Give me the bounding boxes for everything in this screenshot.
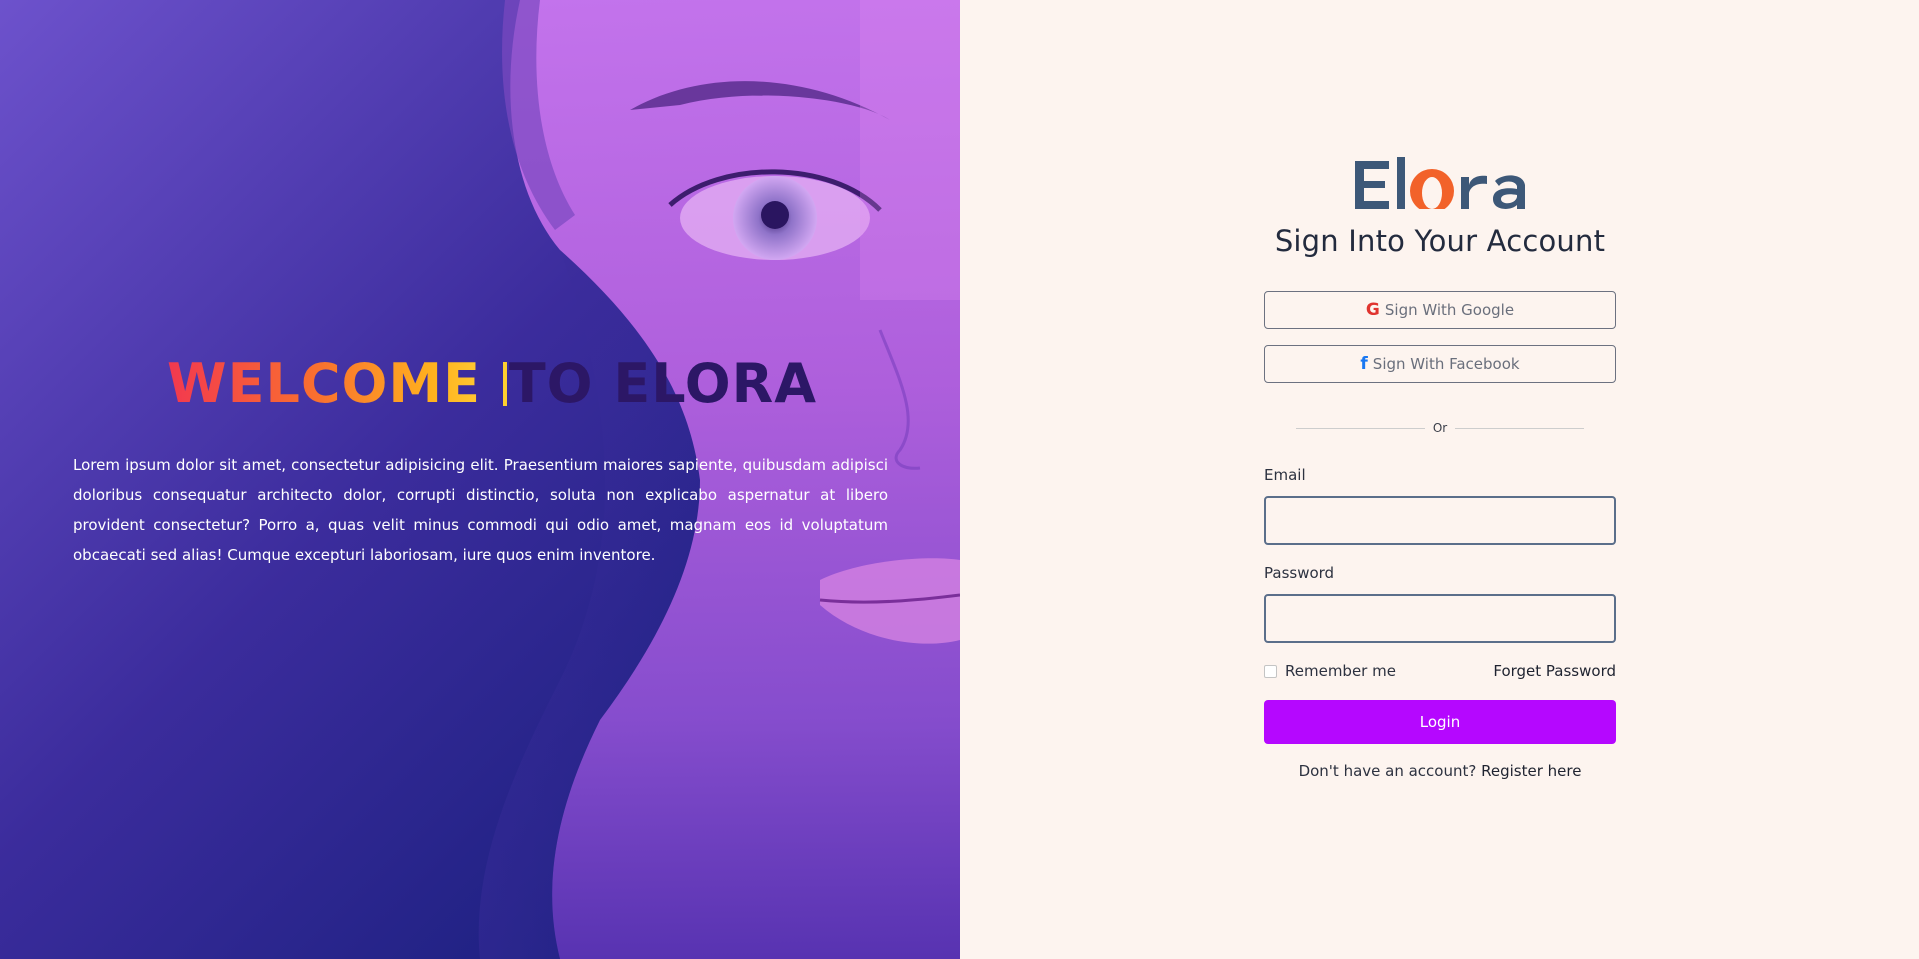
register-prompt: Don't have an account? Register here bbox=[1264, 762, 1616, 780]
form-title: Sign Into Your Account bbox=[1274, 224, 1606, 258]
remember-me-toggle[interactable]: Remember me bbox=[1264, 662, 1396, 680]
email-label: Email bbox=[1264, 466, 1306, 484]
hero-description: Lorem ipsum dolor sit amet, consectetur … bbox=[73, 456, 888, 564]
divider-line-left bbox=[1296, 427, 1425, 429]
google-button-label: Sign With Google bbox=[1384, 301, 1515, 319]
divider-text: Or bbox=[1432, 421, 1448, 435]
password-label: Password bbox=[1264, 564, 1335, 582]
hero-title-dark-text: O ELORA bbox=[546, 352, 818, 415]
password-field[interactable] bbox=[1264, 594, 1616, 643]
remember-me-checkbox[interactable] bbox=[1264, 664, 1277, 678]
sign-with-google-button[interactable]: G Sign With Google bbox=[1264, 291, 1616, 329]
facebook-button-label: Sign With Facebook bbox=[1372, 355, 1520, 373]
login-button[interactable]: Login bbox=[1264, 700, 1616, 744]
hero-section: WELCOME TO ELORA Lorem ipsum dolor sit a… bbox=[0, 0, 960, 959]
hero-title: WELCOME TO ELORA bbox=[167, 352, 817, 416]
facebook-icon: f bbox=[1360, 353, 1368, 374]
register-link[interactable]: Register here bbox=[1481, 762, 1581, 780]
login-page: WELCOME TO ELORA Lorem ipsum dolor sit a… bbox=[0, 0, 1919, 959]
register-prompt-text: Don't have an account? bbox=[1298, 762, 1482, 780]
hero-title-highlight-letter: T bbox=[508, 352, 547, 415]
divider-line-right bbox=[1455, 427, 1585, 429]
login-panel bbox=[960, 0, 1919, 959]
email-field[interactable] bbox=[1264, 496, 1616, 545]
hero-title-gradient-text: WELCOME bbox=[167, 352, 501, 415]
remember-me-label: Remember me bbox=[1285, 662, 1396, 680]
elora-logo bbox=[1355, 157, 1525, 215]
typing-cursor bbox=[502, 362, 507, 406]
forget-password-link[interactable]: Forget Password bbox=[1470, 662, 1616, 680]
google-icon: G bbox=[1365, 299, 1380, 320]
or-divider: Or bbox=[1296, 421, 1585, 435]
sign-with-facebook-button[interactable]: f Sign With Facebook bbox=[1264, 345, 1616, 383]
